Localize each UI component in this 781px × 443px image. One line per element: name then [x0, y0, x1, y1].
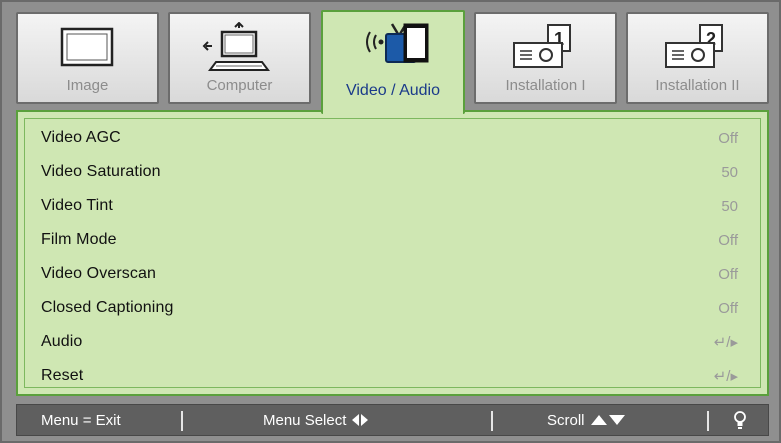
projector-1-icon: 1: [476, 20, 615, 76]
video-audio-icon: [323, 18, 463, 74]
tab-video-audio[interactable]: Video / Audio: [321, 10, 465, 114]
tab-installation-2-label: Installation II: [655, 77, 740, 94]
menu-item-label: Film Mode: [41, 231, 117, 248]
tab-installation-2[interactable]: 2 Installation II: [626, 12, 769, 104]
help-separator: [491, 411, 493, 431]
tab-video-audio-label: Video / Audio: [345, 82, 440, 99]
tab-computer[interactable]: Computer: [168, 12, 311, 104]
left-arrow-icon: [352, 414, 360, 426]
menu-tab-bar: Image Computer Video / Audio 1 Installat…: [16, 10, 769, 114]
menu-item-label: Video Saturation: [41, 163, 161, 180]
menu-item-value: Off: [718, 129, 738, 147]
menu-item-film-mode[interactable]: Film Mode Off: [41, 225, 738, 255]
down-arrow-icon: [608, 415, 625, 425]
help-menu-exit: Menu = Exit: [41, 411, 121, 429]
menu-item-value: Off: [718, 231, 738, 249]
tab-image[interactable]: Image: [16, 12, 159, 104]
enter-submenu-icon: ↵/▸: [713, 334, 738, 351]
tab-computer-label: Computer: [206, 77, 273, 94]
menu-item-value: 50: [721, 163, 738, 181]
menu-item-label: Video Tint: [41, 197, 113, 214]
menu-item-video-tint[interactable]: Video Tint 50: [41, 191, 738, 221]
up-arrow-icon: [590, 415, 607, 425]
tab-installation-1-label: Installation I: [505, 77, 586, 94]
projector-osd-menu: Image Computer Video / Audio 1 Installat…: [0, 0, 781, 443]
menu-item-label: Audio: [41, 333, 83, 350]
help-separator: [181, 411, 183, 431]
computer-icon: [170, 20, 309, 76]
lightbulb-icon: [733, 405, 747, 435]
menu-item-closed-captioning[interactable]: Closed Captioning Off: [41, 293, 738, 323]
help-scroll: Scroll: [547, 405, 625, 435]
menu-item-label: Video AGC: [41, 129, 121, 146]
menu-item-value: Off: [718, 265, 738, 283]
enter-submenu-icon: ↵/▸: [713, 368, 738, 385]
image-icon: [18, 20, 157, 76]
settings-panel: Video AGC Off Video Saturation 50 Video …: [16, 110, 769, 396]
menu-item-video-overscan[interactable]: Video Overscan Off: [41, 259, 738, 289]
menu-item-video-agc[interactable]: Video AGC Off: [41, 123, 738, 153]
menu-item-label: Video Overscan: [41, 265, 156, 282]
menu-item-video-saturation[interactable]: Video Saturation 50: [41, 157, 738, 187]
help-bar: Menu = Exit Menu Select Scroll: [16, 404, 769, 436]
tab-image-label: Image: [66, 77, 109, 94]
menu-item-label: Reset: [41, 367, 84, 384]
menu-item-audio[interactable]: Audio ↵/▸: [41, 327, 738, 357]
menu-item-value: 50: [721, 197, 738, 215]
help-menu-select: Menu Select: [263, 405, 369, 435]
menu-item-reset[interactable]: Reset ↵/▸: [41, 361, 738, 391]
tab-installation-1[interactable]: 1 Installation I: [474, 12, 617, 104]
menu-item-label: Closed Captioning: [41, 299, 174, 316]
right-arrow-icon: [361, 414, 369, 426]
menu-item-value: Off: [718, 299, 738, 317]
help-separator: [707, 411, 709, 431]
settings-list: Video AGC Off Video Saturation 50 Video …: [24, 118, 761, 388]
projector-2-icon: 2: [628, 20, 767, 76]
